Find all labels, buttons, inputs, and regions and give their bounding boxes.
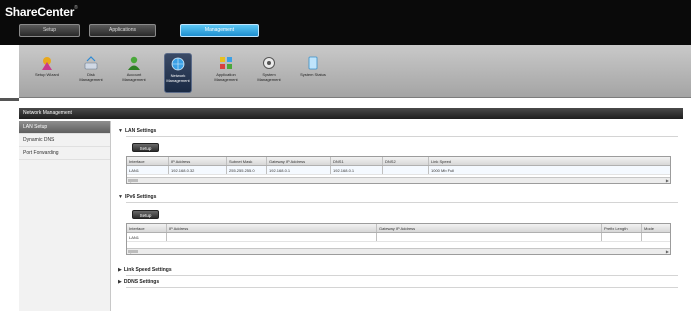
- disk-management-button[interactable]: Disk Management: [77, 53, 105, 93]
- lan-table: Interface IP Address Subnet Mask Gateway…: [126, 156, 671, 184]
- sidebar-item-dynamic-dns[interactable]: Dynamic DNS: [19, 134, 110, 147]
- management-icon-bar: Setup Wizard Disk Management Account Man…: [19, 45, 691, 98]
- account-management-button[interactable]: Account Management: [120, 53, 148, 93]
- tab-applications[interactable]: Applications: [89, 24, 156, 37]
- ddns-settings-header[interactable]: ▶ DDNS Settings: [118, 279, 159, 285]
- setup-wizard-button[interactable]: Setup Wizard: [33, 53, 61, 93]
- ipv6-setup-button[interactable]: Setup: [132, 210, 159, 219]
- column-header[interactable]: Interface: [127, 224, 167, 232]
- wizard-icon: [42, 57, 52, 70]
- network-icon: [171, 57, 185, 71]
- lan-settings-header[interactable]: ▼ LAN Settings: [118, 128, 156, 134]
- network-management-button[interactable]: Network Management: [164, 53, 192, 93]
- divider: [126, 136, 678, 137]
- link-speed-settings-header[interactable]: ▶ Link Speed Settings: [118, 267, 172, 273]
- column-header[interactable]: Gateway IP Address: [267, 157, 331, 165]
- table-row[interactable]: LAN1: [127, 233, 670, 242]
- header-bar: ShareCenter® Setup Applications Manageme…: [0, 0, 691, 45]
- ipv6-settings-header[interactable]: ▼ IPv6 Settings: [118, 194, 156, 200]
- table-cell: 255.255.255.0: [227, 166, 267, 174]
- column-header[interactable]: IP Address: [169, 157, 227, 165]
- divider: [126, 287, 678, 288]
- table-cell: [602, 233, 642, 241]
- table-header: Interface IP Address Gateway IP Address …: [127, 224, 670, 233]
- table-row[interactable]: LAN1 192.168.0.32 255.255.255.0 192.168.…: [127, 166, 670, 175]
- divider: [126, 202, 678, 203]
- main-content: ▼ LAN Settings Setup Interface IP Address…: [114, 121, 684, 311]
- sidebar-item-lan-setup[interactable]: LAN Setup: [19, 121, 110, 134]
- column-header[interactable]: DNS1: [331, 157, 383, 165]
- expand-icon: ▶: [118, 279, 122, 285]
- scroll-right-icon[interactable]: ▶: [666, 178, 669, 183]
- table-cell: [377, 233, 602, 241]
- column-header[interactable]: Interface: [127, 157, 169, 165]
- accounts-icon: [128, 56, 140, 70]
- system-icon: [263, 57, 275, 69]
- divider: [126, 275, 678, 276]
- table-header: Interface IP Address Subnet Mask Gateway…: [127, 157, 670, 166]
- expand-icon: ▶: [118, 267, 122, 273]
- table-cell: LAN1: [127, 233, 167, 241]
- table-cell: 192.168.0.1: [331, 166, 383, 174]
- column-header[interactable]: DNS2: [383, 157, 429, 165]
- lan-setup-button[interactable]: Setup: [132, 143, 159, 152]
- page-title: Network Management: [19, 108, 683, 119]
- tab-management[interactable]: Management: [180, 24, 259, 37]
- system-management-button[interactable]: System Management: [255, 53, 283, 93]
- sidebar-item-port-forwarding[interactable]: Port Forwarding: [19, 147, 110, 160]
- disk-icon: [84, 56, 98, 70]
- scroll-thumb[interactable]: [128, 179, 138, 182]
- table-cell: 1000 Mb Full: [431, 168, 455, 173]
- column-header[interactable]: Mode: [642, 224, 670, 232]
- table-cell: LAN1: [127, 166, 169, 174]
- divider: [0, 98, 19, 101]
- table-cell: [383, 166, 429, 174]
- column-header[interactable]: Subnet Mask: [227, 157, 267, 165]
- status-icon: [308, 56, 318, 70]
- scroll-right-icon[interactable]: ▶: [666, 249, 669, 254]
- scroll-thumb[interactable]: [128, 250, 138, 253]
- table-cell: [642, 233, 670, 241]
- brand-logo: ShareCenter®: [5, 5, 78, 19]
- apps-icon: [220, 57, 232, 69]
- column-header[interactable]: Link Speed: [429, 157, 670, 165]
- horizontal-scrollbar[interactable]: ◀ ▶: [127, 177, 670, 183]
- column-header[interactable]: IP Address: [167, 224, 377, 232]
- collapse-icon: ▼: [118, 194, 123, 200]
- horizontal-scrollbar[interactable]: ◀ ▶: [127, 248, 670, 254]
- table-cell: 192.168.0.1: [267, 166, 331, 174]
- application-management-button[interactable]: Application Management: [212, 53, 240, 93]
- collapse-icon: ▼: [118, 128, 123, 134]
- ipv6-table: Interface IP Address Gateway IP Address …: [126, 223, 671, 255]
- table-cell: [167, 233, 377, 241]
- column-header[interactable]: Gateway IP Address: [377, 224, 602, 232]
- sidebar: LAN Setup Dynamic DNS Port Forwarding: [19, 121, 111, 311]
- system-status-button[interactable]: System Status: [299, 53, 327, 93]
- tab-setup[interactable]: Setup: [19, 24, 80, 37]
- table-cell: 192.168.0.32: [169, 166, 227, 174]
- column-header[interactable]: Prefix Length: [602, 224, 642, 232]
